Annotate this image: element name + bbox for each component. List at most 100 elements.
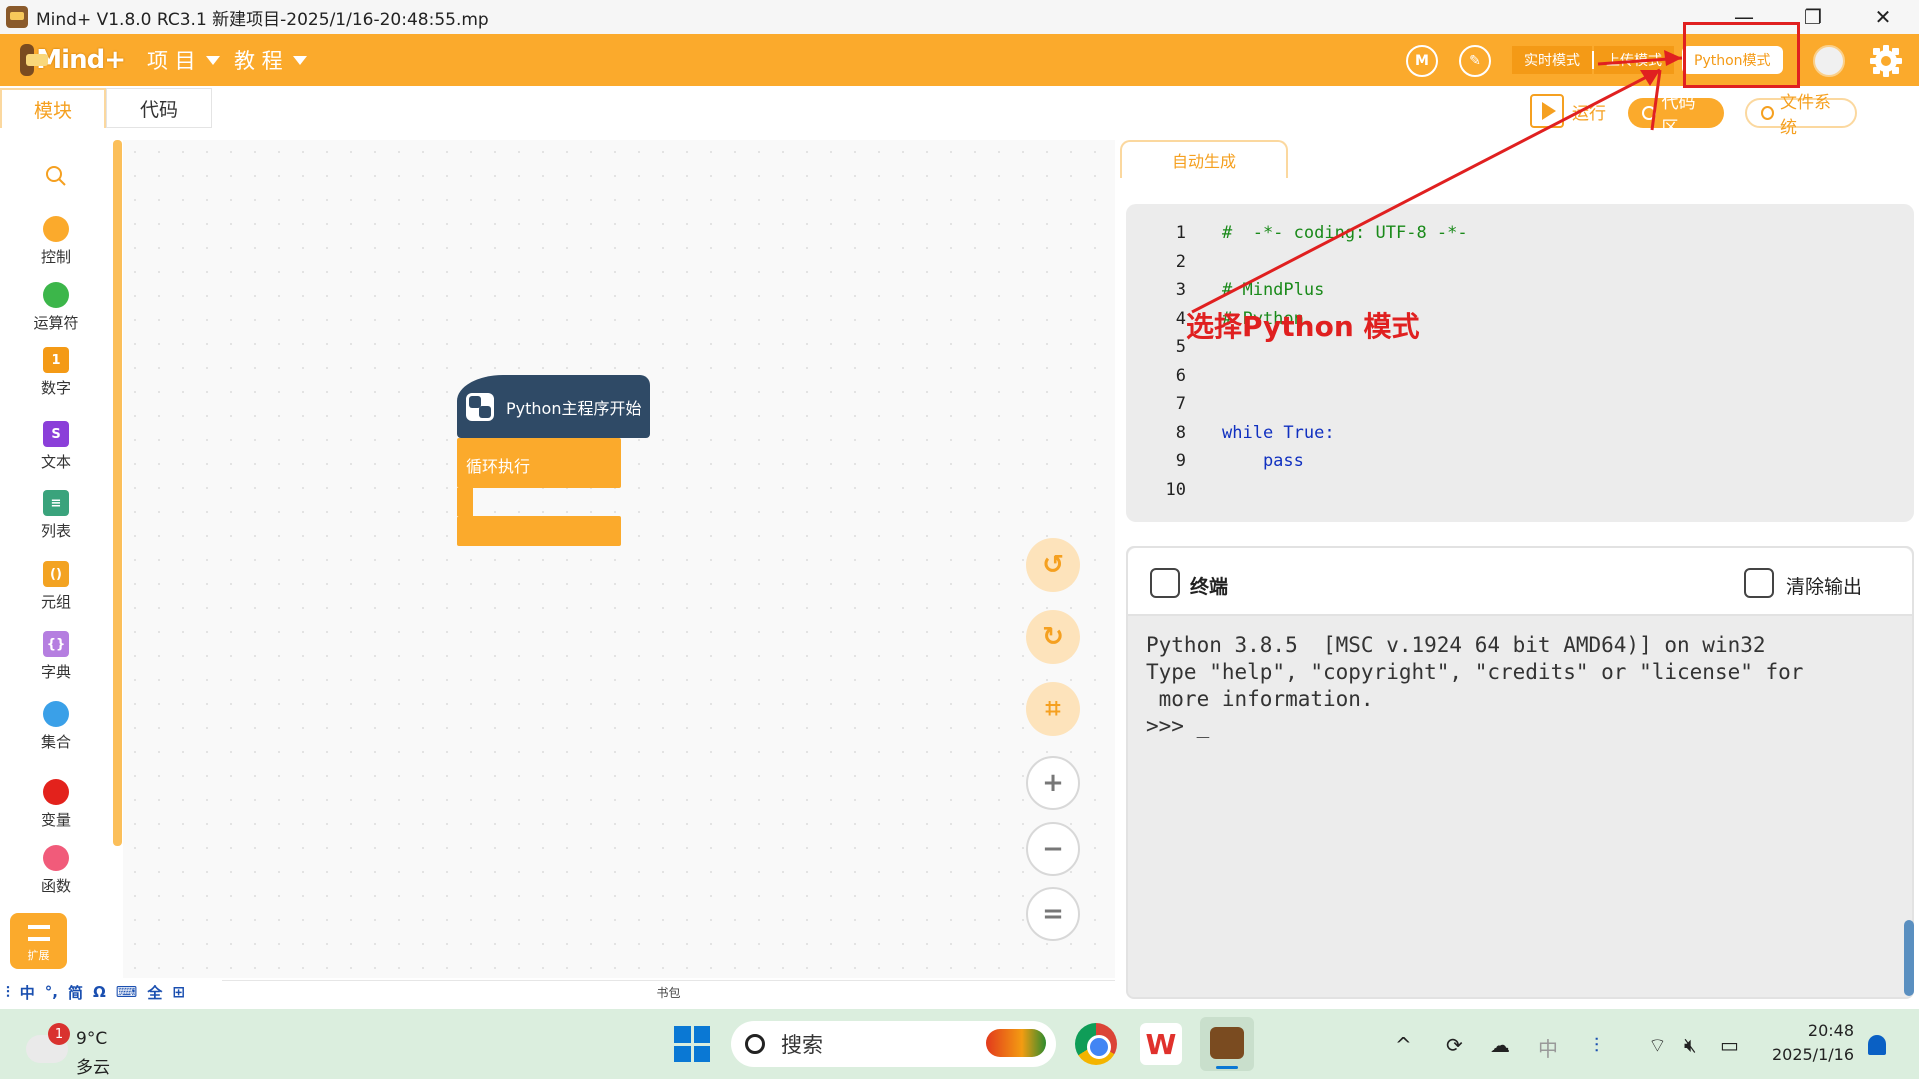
- loop-block-bottom: [457, 516, 621, 546]
- palette-scrollbar[interactable]: [113, 140, 122, 846]
- tab-blocks[interactable]: 模块: [0, 88, 106, 128]
- category-set[interactable]: 集合: [0, 701, 112, 752]
- ime-status-bar: ⫶ 中 °, 简 Ω ⌨ 全 ⊞: [0, 980, 222, 1004]
- function-swatch: [43, 845, 69, 871]
- clear-icon[interactable]: [1744, 568, 1774, 598]
- speaker-mute-icon[interactable]: 🔇︎: [1684, 1033, 1697, 1057]
- window-title: Mind+ V1.8.0 RC3.1 新建项目-2025/1/16-20:48:…: [36, 9, 489, 30]
- clock-date[interactable]: 2025/1/16: [1770, 1045, 1854, 1064]
- zoom-reset-button[interactable]: =: [1026, 887, 1080, 941]
- wps-icon[interactable]: W: [1140, 1023, 1182, 1065]
- notification-badge: 1: [48, 1023, 70, 1045]
- wifi-icon[interactable]: ⌔: [1648, 1033, 1667, 1058]
- start-button[interactable]: [674, 1026, 710, 1062]
- zoom-in-button[interactable]: +: [1026, 756, 1080, 810]
- mindplus-taskbar-icon[interactable]: [1200, 1017, 1254, 1071]
- terminal-prompt[interactable]: >>> _: [1146, 714, 1209, 738]
- feedback-icon-button[interactable]: ✎: [1459, 45, 1491, 77]
- loop-block-arm: [457, 488, 473, 516]
- terminal-panel[interactable]: 终端 清除输出 Python 3.8.5 [MSC v.1924 64 bit …: [1126, 546, 1914, 999]
- tab-auto-generate[interactable]: 自动生成: [1120, 140, 1288, 178]
- undo-button[interactable]: ↺: [1026, 538, 1080, 592]
- book-bag-bar[interactable]: 书包: [222, 980, 1115, 1004]
- tab-code[interactable]: 代码: [106, 88, 212, 128]
- block-palette: 控制 运算符 1 数字 S 文本 ≡ 列表 () 元组 {} 字典 集合 变量 …: [0, 140, 112, 980]
- code-area-button[interactable]: 代码区: [1628, 93, 1724, 138]
- close-button[interactable]: ✕: [1848, 0, 1918, 34]
- onedrive-icon[interactable]: ☁: [1490, 1033, 1510, 1057]
- search-icon: [745, 1034, 765, 1054]
- menu-tutorial-label: 教 程: [234, 49, 283, 73]
- category-label: 文本: [40, 453, 71, 471]
- code-editor[interactable]: 1 # -*- coding: UTF-8 -*- 2 3 # MindPlus 4…: [1126, 204, 1914, 522]
- category-function[interactable]: 函数: [0, 845, 112, 896]
- course-icon-button[interactable]: M: [1406, 45, 1438, 77]
- category-dict[interactable]: {} 字典: [0, 631, 112, 682]
- clear-output-button[interactable]: 清除输出: [1786, 572, 1862, 599]
- ime-item[interactable]: ⊞: [172, 983, 185, 1001]
- redo-button[interactable]: ↻: [1026, 610, 1080, 664]
- loop-block-notch: [473, 488, 521, 502]
- ime-tray-icon[interactable]: 中: [1538, 1033, 1558, 1062]
- tray-overflow-icon[interactable]: ^: [1395, 1033, 1412, 1057]
- ime-item[interactable]: °,: [45, 983, 58, 1001]
- search-icon[interactable]: [45, 165, 67, 187]
- menu-tutorial[interactable]: 教 程: [234, 45, 307, 75]
- ime-item[interactable]: ⌨: [116, 983, 138, 1001]
- terminal-title: 终端: [1190, 576, 1229, 598]
- zoom-in-icon: +: [1042, 768, 1064, 798]
- category-label: 集合: [40, 733, 71, 751]
- extension-icon: [27, 925, 50, 941]
- zoom-out-button[interactable]: −: [1026, 822, 1080, 876]
- category-variable[interactable]: 变量: [0, 779, 112, 830]
- clock-time[interactable]: 20:48: [1774, 1021, 1854, 1040]
- link-icon: [1150, 568, 1180, 598]
- user-avatar[interactable]: [1813, 45, 1845, 77]
- ime-item[interactable]: Ω: [93, 983, 106, 1001]
- category-control[interactable]: 控制: [0, 216, 112, 267]
- gear-icon[interactable]: [1869, 44, 1903, 78]
- windows-icon: [674, 1026, 691, 1043]
- crop-icon: ⌗: [1045, 693, 1061, 724]
- category-tuple[interactable]: () 元组: [0, 561, 112, 612]
- ime-item[interactable]: 中: [20, 982, 35, 1003]
- category-label: 列表: [40, 522, 71, 540]
- category-operators[interactable]: 运算符: [0, 282, 112, 333]
- hat-block-label: Python主程序开始: [506, 398, 642, 418]
- ime-item[interactable]: 全: [147, 982, 162, 1003]
- robot-logo-icon: [20, 44, 49, 76]
- battery-icon[interactable]: ▭: [1720, 1033, 1739, 1057]
- chrome-icon[interactable]: [1075, 1023, 1117, 1065]
- python-main-start-block[interactable]: Python主程序开始: [457, 375, 650, 438]
- category-text[interactable]: S 文本: [0, 421, 112, 472]
- run-button[interactable]: 运行: [1530, 94, 1606, 128]
- terminal-scrollbar[interactable]: [1904, 920, 1914, 996]
- app-icon: [6, 6, 28, 28]
- sync-icon[interactable]: ⟳: [1446, 1033, 1463, 1057]
- ime-voice-tray-icon[interactable]: ⫶: [1594, 1033, 1599, 1057]
- ime-item[interactable]: 简: [68, 982, 83, 1003]
- crop-button[interactable]: ⌗: [1026, 682, 1080, 736]
- upload-mode-button[interactable]: 上传模式: [1594, 46, 1674, 74]
- taskbar-search[interactable]: 搜索: [731, 1021, 1056, 1067]
- category-list[interactable]: ≡ 列表: [0, 490, 112, 541]
- run-label: 运行: [1572, 103, 1606, 124]
- loop-forever-block[interactable]: 循环执行: [457, 438, 621, 546]
- category-number[interactable]: 1 数字: [0, 347, 112, 398]
- chevron-down-icon: [205, 55, 220, 65]
- python-icon: [466, 392, 494, 421]
- block-workspace[interactable]: [123, 140, 1115, 978]
- operators-swatch: [43, 282, 69, 308]
- category-label: 函数: [40, 877, 71, 895]
- extension-button[interactable]: 扩展: [10, 913, 67, 969]
- code-line: 3 # MindPlus: [1175, 280, 1325, 300]
- file-system-button[interactable]: 文件系统: [1745, 93, 1857, 138]
- mindplus-logo: Mind+: [20, 42, 126, 78]
- ime-voice-icon[interactable]: ⫶: [6, 983, 10, 1001]
- variable-swatch: [43, 779, 69, 805]
- realtime-mode-button[interactable]: 实时模式: [1512, 46, 1592, 74]
- bell-icon[interactable]: [1868, 1035, 1886, 1055]
- text-icon: S: [43, 421, 69, 447]
- menu-project[interactable]: 项 目: [147, 45, 220, 75]
- category-label: 数字: [40, 379, 71, 397]
